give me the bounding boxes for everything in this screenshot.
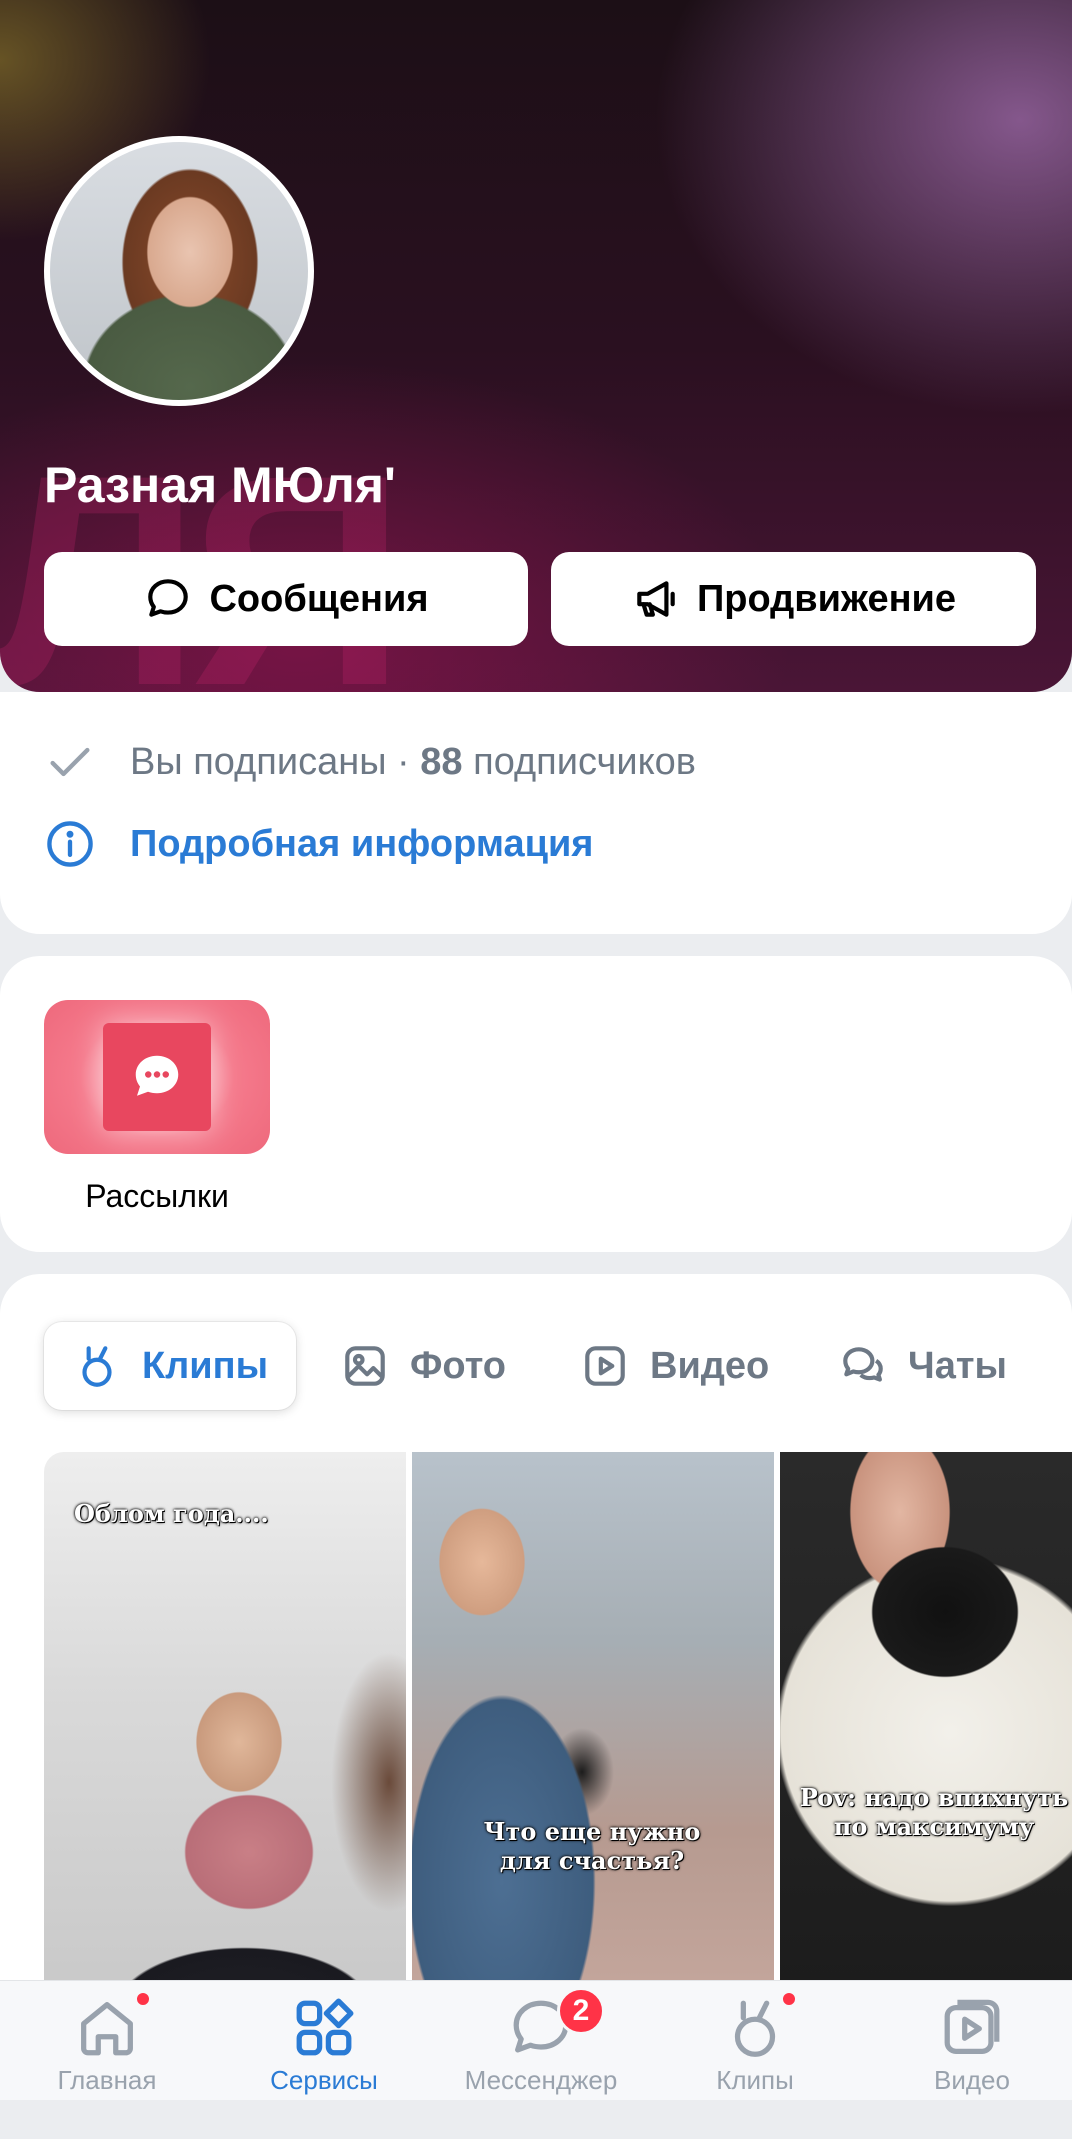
nav-label: Сервисы bbox=[270, 2065, 378, 2095]
mailing-label: Рассылки bbox=[85, 1178, 229, 1214]
megaphone-icon bbox=[637, 581, 675, 617]
clip-thumbnail[interactable]: Что еще нужно для счастья? bbox=[412, 1452, 774, 1992]
clip-caption: Что еще нужно для счастья? bbox=[483, 1817, 701, 1875]
info-icon bbox=[47, 821, 93, 867]
tab-chats-label: Чаты bbox=[908, 1344, 1007, 1387]
tab-photo[interactable]: Фото bbox=[340, 1322, 506, 1410]
clips-icon bbox=[82, 1346, 112, 1387]
clip-thumbnail[interactable]: Pov: надо впихнуть по максимуму bbox=[780, 1452, 1072, 1992]
subscribers-word: подписчиков bbox=[462, 740, 696, 783]
nav-label: Клипы bbox=[716, 2065, 794, 2095]
nav-item-services[interactable]: Сервисы bbox=[224, 1981, 424, 2101]
promo-button[interactable]: Продвижение bbox=[551, 552, 1036, 646]
tab-video[interactable]: Видео bbox=[580, 1322, 769, 1410]
info-card: Вы подписаны · 88 подписчиков Подробная … bbox=[0, 692, 1072, 934]
notification-dot bbox=[135, 1991, 151, 2007]
system-bar bbox=[0, 2100, 1072, 2139]
tab-clips[interactable]: Клипы bbox=[44, 1322, 296, 1410]
tab-photo-label: Фото bbox=[410, 1344, 507, 1387]
chats-icon bbox=[843, 1347, 883, 1382]
details-link[interactable]: Подробная информация bbox=[44, 818, 593, 870]
clip-caption: Pov: надо впихнуть по максимуму bbox=[799, 1783, 1069, 1841]
services-icon bbox=[296, 1998, 354, 2056]
promo-button-label: Продвижение bbox=[696, 577, 957, 620]
photo-icon bbox=[345, 1346, 385, 1386]
home-icon bbox=[81, 2002, 133, 2056]
profile-name: Разная МЮля' bbox=[44, 457, 396, 513]
messages-button-label: Сообщения bbox=[209, 577, 429, 620]
checkmark-icon bbox=[50, 747, 90, 777]
nav-item-home[interactable]: Главная bbox=[7, 1981, 207, 2101]
subscribers-count: 88 bbox=[420, 740, 463, 783]
messages-button[interactable]: Сообщения bbox=[44, 552, 528, 646]
profile-cover: ЛЯ Разная МЮля' Сообщения Продвижение bbox=[0, 0, 1072, 692]
tab-clips-label: Клипы bbox=[141, 1344, 269, 1387]
mailing-tile[interactable] bbox=[44, 1000, 270, 1154]
avatar[interactable] bbox=[44, 136, 314, 406]
nav-label: Видео bbox=[934, 2065, 1010, 2095]
details-link-label: Подробная информация bbox=[130, 822, 594, 865]
nav-item-messenger[interactable]: 2 Мессенджер bbox=[441, 1981, 641, 2101]
clip-thumbnail[interactable]: Облом года.... bbox=[44, 1452, 406, 1992]
clips-icon bbox=[734, 2000, 776, 2057]
mailing-icon-box bbox=[103, 1023, 211, 1131]
tab-video-label: Видео bbox=[650, 1344, 770, 1387]
video-icon bbox=[585, 1346, 625, 1386]
bottom-navigation: Главная Сервисы 2 Мессенджер Клипы Видео bbox=[0, 1980, 1072, 2100]
nav-label: Главная bbox=[57, 2065, 157, 2095]
nav-item-clips[interactable]: Клипы bbox=[655, 1981, 855, 2101]
nav-item-video[interactable]: Видео bbox=[872, 1981, 1072, 2101]
chat-dots-icon bbox=[135, 1055, 179, 1096]
tab-chats[interactable]: Чаты bbox=[838, 1322, 1007, 1410]
notification-dot bbox=[781, 1991, 797, 2007]
services-card: Рассылки bbox=[0, 956, 1072, 1252]
nav-label: Мессенджер bbox=[464, 2065, 618, 2095]
clip-caption: Облом года.... bbox=[74, 1499, 269, 1528]
subscription-status[interactable]: Вы подписаны · 88 подписчиков bbox=[44, 736, 696, 788]
message-bubble-icon bbox=[148, 579, 189, 617]
subscribed-text: Вы подписаны · bbox=[130, 740, 421, 783]
unread-badge: 2 bbox=[557, 1987, 605, 2035]
video-icon bbox=[944, 1999, 1000, 2054]
